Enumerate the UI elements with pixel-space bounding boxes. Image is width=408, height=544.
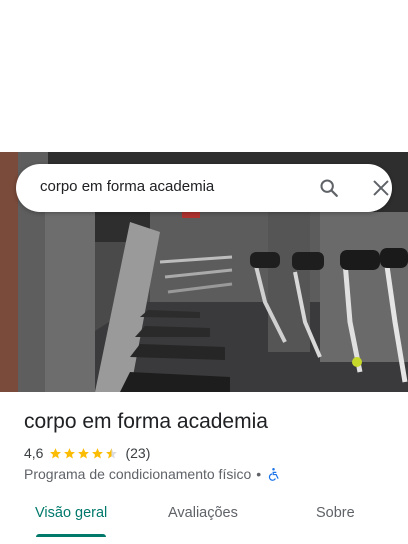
tab-about[interactable]: Sobre: [316, 505, 355, 521]
place-category: Programa de condicionamento físico: [24, 466, 252, 482]
star-icon: [64, 447, 76, 458]
tab-overview[interactable]: Visão geral: [35, 505, 107, 521]
separator-dot: •: [256, 466, 262, 482]
star-icon: [78, 447, 90, 458]
tab-reviews[interactable]: Avaliações: [168, 505, 238, 521]
place-title: corpo em forma academia: [24, 410, 268, 433]
search-icon[interactable]: [318, 177, 340, 199]
tab-bar: Visão geral Avaliações Sobre: [0, 494, 408, 544]
star-icon: [92, 447, 104, 458]
review-count[interactable]: (23): [125, 445, 150, 461]
search-input[interactable]: corpo em forma academia: [40, 178, 214, 195]
map-area-blank: [0, 0, 408, 152]
star-half-icon: [106, 447, 118, 458]
search-bar[interactable]: corpo em forma academia: [16, 164, 392, 212]
star-rating: [49, 447, 119, 460]
active-tab-indicator: [36, 534, 106, 537]
star-icon: [50, 447, 62, 458]
rating-row[interactable]: 4,6 (23): [24, 444, 150, 462]
category-row: Programa de condicionamento físico •: [24, 465, 281, 483]
rating-value: 4,6: [24, 445, 44, 461]
wheelchair-icon: [266, 467, 281, 482]
close-icon[interactable]: [370, 177, 392, 199]
